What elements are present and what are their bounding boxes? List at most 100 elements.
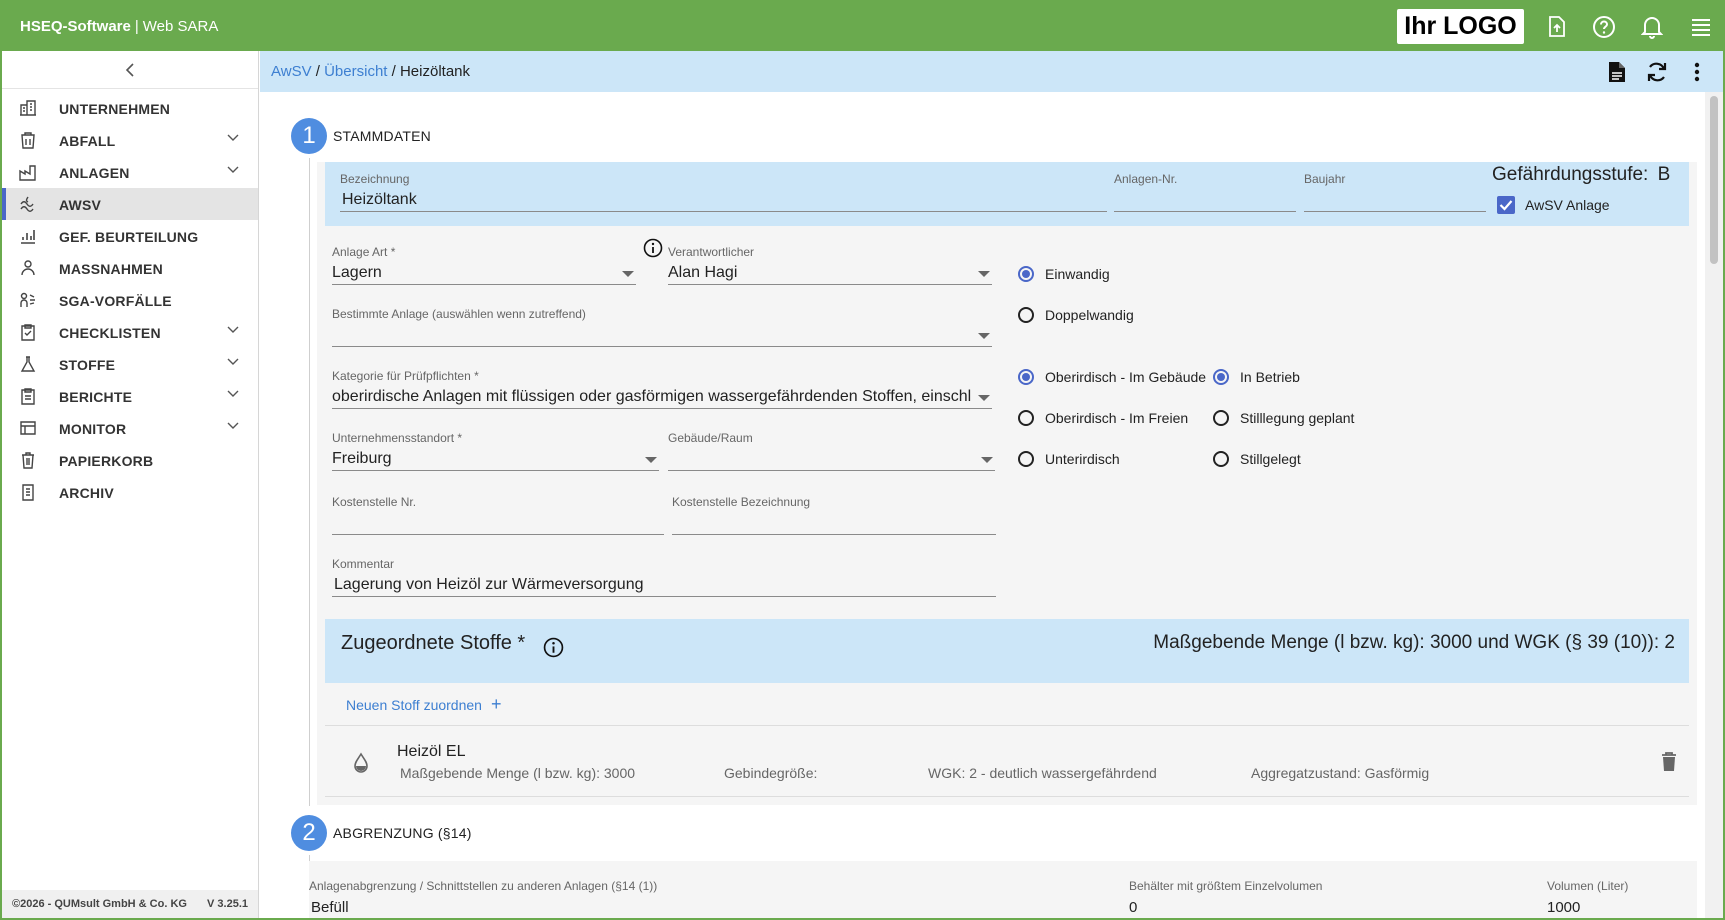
main-content: 1 STAMMDATEN Bezeichnung Heizöltank Anla… xyxy=(260,92,1705,918)
delete-icon[interactable] xyxy=(1661,752,1677,772)
radio-oberirdisch-im-freien[interactable]: Oberirdisch - Im Freien xyxy=(1018,410,1188,426)
plus-icon[interactable]: + xyxy=(491,694,502,715)
unternehmensstandort-select[interactable]: Unternehmensstandort * Freiburg xyxy=(332,431,659,471)
step-number-2: 2 xyxy=(291,815,327,851)
waste-icon xyxy=(21,132,35,149)
upload-file-icon[interactable] xyxy=(1544,14,1570,40)
document-icon[interactable] xyxy=(1605,60,1629,84)
kostenstelle-nr-label: Kostenstelle Nr. xyxy=(332,495,417,509)
sidebar-item-sga-vorfaelle[interactable]: SGA-VORFÄLLE xyxy=(2,284,258,316)
gefaehrdungsstufe-value: B xyxy=(1657,164,1671,185)
sidebar-item-label: CHECKLISTEN xyxy=(59,325,161,341)
add-stoff-label[interactable]: Neuen Stoff zuordnen xyxy=(346,697,482,713)
anlagen-nr-field[interactable]: Anlagen-Nr. xyxy=(1114,172,1296,212)
radio-doppelwandig[interactable]: Doppelwandig xyxy=(1018,307,1134,323)
main-scrollbar[interactable] xyxy=(1705,92,1723,918)
chevron-down-icon[interactable] xyxy=(227,422,239,430)
monitor-icon xyxy=(20,421,36,435)
sidebar-item-berichte[interactable]: BERICHTE xyxy=(2,380,258,412)
gebaeude-raum-select[interactable]: Gebäude/Raum xyxy=(668,431,995,471)
unternehmensstandort-value: Freiburg xyxy=(332,450,392,467)
brand-separator: | xyxy=(134,18,139,35)
version-text: V 3.25.1 xyxy=(207,898,248,910)
app-brand: HSEQ-Software | Web SARA xyxy=(20,18,218,35)
checkbox-checked-icon[interactable] xyxy=(1497,196,1515,214)
factory-icon xyxy=(19,165,36,181)
sidebar-item-label: BERICHTE xyxy=(59,389,133,405)
gefaehrdungsstufe: Gefährdungsstufe: B xyxy=(1492,164,1670,186)
radio-unterirdisch[interactable]: Unterirdisch xyxy=(1018,451,1120,467)
breadcrumb-link-uebersicht[interactable]: Übersicht xyxy=(324,63,387,80)
radio-stilllegung-geplant[interactable]: Stilllegung geplant xyxy=(1213,410,1354,426)
baujahr-field[interactable]: Baujahr xyxy=(1304,172,1486,212)
help-icon[interactable] xyxy=(1591,14,1617,40)
breadcrumb-separator: / xyxy=(315,63,320,80)
stoff-menge: Maßgebende Menge (l bzw. kg): 3000 xyxy=(400,765,636,781)
info-icon[interactable] xyxy=(543,637,564,663)
building-icon xyxy=(20,100,36,116)
breadcrumb-link-awsv[interactable]: AwSV xyxy=(271,63,312,80)
sidebar-item-anlagen[interactable]: ANLAGEN xyxy=(2,156,258,188)
sidebar-collapse-button[interactable] xyxy=(2,51,258,89)
kommentar-field[interactable]: Kommentar Lagerung von Heizöl zur Wärmev… xyxy=(332,557,996,597)
stoff-list-item[interactable]: Heizöl EL Maßgebende Menge (l bzw. kg): … xyxy=(325,725,1689,797)
kostenstelle-nr-field[interactable]: Kostenstelle Nr. xyxy=(332,495,664,535)
bestimmte-anlage-select[interactable]: Bestimmte Anlage (auswählen wenn zutreff… xyxy=(332,307,992,347)
chevron-down-icon[interactable] xyxy=(227,326,239,334)
sidebar-item-awsv[interactable]: AWSV xyxy=(2,188,258,220)
info-icon[interactable] xyxy=(643,238,663,263)
sidebar-item-abfall[interactable]: ABFALL xyxy=(2,124,258,156)
sidebar-item-checklisten[interactable]: CHECKLISTEN xyxy=(2,316,258,348)
sidebar-item-papierkorb[interactable]: PAPIERKORB xyxy=(2,444,258,476)
chart-icon xyxy=(21,230,35,244)
dropdown-arrow-icon xyxy=(978,333,990,339)
chevron-left-icon[interactable] xyxy=(125,62,135,77)
anlage-art-select[interactable]: Anlage Art * Lagern xyxy=(332,245,636,285)
flask-icon xyxy=(20,356,36,372)
anlage-art-value: Lagern xyxy=(332,264,382,281)
breadcrumb: AwSV / Übersicht / Heizöltank xyxy=(271,63,470,80)
radio-oberirdisch-im-gebaeude[interactable]: Oberirdisch - Im Gebäude xyxy=(1018,369,1206,385)
kategorie-select[interactable]: Kategorie für Prüfpflichten * oberirdisc… xyxy=(332,369,992,409)
report-icon xyxy=(21,388,35,405)
bell-icon[interactable] xyxy=(1639,14,1665,40)
scrollbar-thumb[interactable] xyxy=(1710,96,1718,264)
sidebar-footer: ©2026 - QUMsult GmbH & Co. KG V 3.25.1 xyxy=(2,890,258,918)
sidebar-item-massnahmen[interactable]: MASSNAHMEN xyxy=(2,252,258,284)
sidebar-item-label: ANLAGEN xyxy=(59,165,130,181)
sidebar-item-label: PAPIERKORB xyxy=(59,453,154,469)
menu-icon[interactable] xyxy=(1688,14,1714,40)
radio-in-betrieb[interactable]: In Betrieb xyxy=(1213,369,1300,385)
more-vert-icon[interactable] xyxy=(1685,60,1709,84)
sidebar-item-stoffe[interactable]: STOFFE xyxy=(2,348,258,380)
sidebar-nav: UNTERNEHMEN ABFALL ANLAGEN AWSV GEF. BEU… xyxy=(2,89,258,508)
radio-stillgelegt[interactable]: Stillgelegt xyxy=(1213,451,1301,467)
chevron-down-icon[interactable] xyxy=(227,358,239,366)
refresh-icon[interactable] xyxy=(1645,60,1669,84)
add-stoff-link[interactable]: Neuen Stoff zuordnen + xyxy=(346,694,501,715)
sidebar-item-label: ABFALL xyxy=(59,133,116,149)
chevron-down-icon[interactable] xyxy=(227,166,239,174)
chevron-down-icon[interactable] xyxy=(227,134,239,142)
volumen-label: Volumen (Liter) xyxy=(1547,879,1629,893)
awsv-anlage-checkbox[interactable]: AwSV Anlage xyxy=(1497,196,1610,214)
bezeichnung-field[interactable]: Bezeichnung Heizöltank xyxy=(340,172,1107,212)
sidebar-item-unternehmen[interactable]: UNTERNEHMEN xyxy=(2,92,258,124)
radio-label: In Betrieb xyxy=(1240,369,1300,385)
sidebar-item-archiv[interactable]: ARCHIV xyxy=(2,476,258,508)
sidebar-item-label: MONITOR xyxy=(59,421,127,437)
bezeichnung-value: Heizöltank xyxy=(342,191,417,208)
radio-einwandig[interactable]: Einwandig xyxy=(1018,266,1110,282)
brand-name: HSEQ-Software xyxy=(20,18,131,35)
volumen-value[interactable]: 1000 xyxy=(1547,899,1580,916)
chevron-down-icon[interactable] xyxy=(227,390,239,398)
kostenstelle-bezeichnung-field[interactable]: Kostenstelle Bezeichnung xyxy=(672,495,996,535)
verantwortlicher-select[interactable]: Verantwortlicher Alan Hagi xyxy=(668,245,992,285)
radio-label: Oberirdisch - Im Gebäude xyxy=(1045,369,1207,385)
sidebar-item-monitor[interactable]: MONITOR xyxy=(2,412,258,444)
sidebar-item-label: STOFFE xyxy=(59,357,116,373)
anlagenabgrenzung-value[interactable]: Befüll xyxy=(311,899,349,916)
sidebar-item-gef-beurteilung[interactable]: GEF. BEURTEILUNG xyxy=(2,220,258,252)
behaelter-value[interactable]: 0 xyxy=(1129,899,1137,916)
unternehmensstandort-label: Unternehmensstandort * xyxy=(332,431,463,445)
